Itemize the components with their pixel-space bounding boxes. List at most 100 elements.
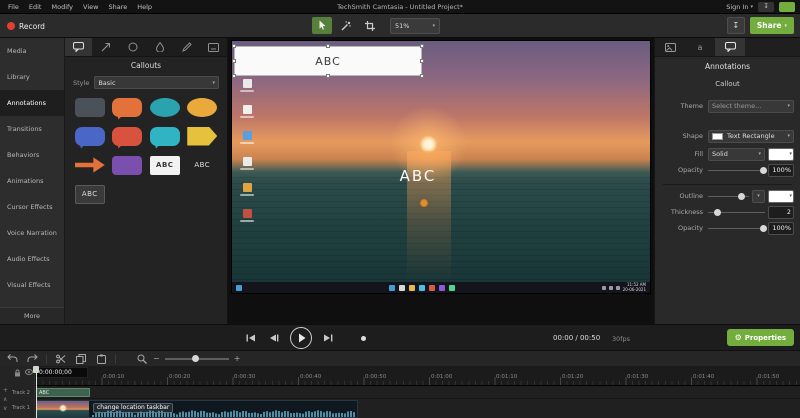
export-button[interactable]: ↧ (726, 17, 745, 34)
sidebar-item-behaviors[interactable]: Behaviors (0, 142, 64, 168)
edit-cursor-button[interactable] (312, 17, 332, 34)
menu-view[interactable]: View (83, 3, 98, 11)
video-canvas[interactable]: ABC ABC 11:52 AM 20-06-2021 (231, 40, 651, 294)
track-1-header[interactable]: Track 1 (12, 405, 34, 411)
sidebar-item-audio-effects[interactable]: Audio Effects (0, 246, 64, 272)
selection-handle[interactable] (420, 59, 424, 63)
media-properties-tab[interactable] (655, 38, 685, 56)
callout-text-rectangle[interactable]: ABC (148, 153, 182, 177)
fill-opacity-slider[interactable] (708, 166, 768, 175)
callout-tab[interactable] (65, 38, 92, 56)
thickness-slider[interactable] (708, 208, 765, 217)
sidebar-item-voice-narration[interactable]: Voice Narration (0, 220, 64, 246)
add-track-icon[interactable]: + (3, 388, 8, 394)
track-2-header[interactable]: Track 2 (12, 390, 34, 396)
text-properties-tab[interactable]: a (685, 38, 715, 56)
magic-wand-button[interactable] (336, 17, 356, 34)
outline-opacity-slider[interactable] (708, 224, 768, 233)
callout-properties-tab[interactable] (715, 38, 745, 56)
cut-button[interactable] (55, 353, 67, 365)
callout-speech-bubble[interactable] (148, 124, 182, 148)
redo-button[interactable] (26, 353, 38, 365)
callout-cloud[interactable] (186, 95, 220, 119)
upgrade-button[interactable] (779, 1, 795, 12)
jump-to-start-button[interactable] (244, 331, 258, 345)
sketch-motion-tab[interactable] (173, 38, 200, 56)
callout-arrow[interactable] (73, 153, 107, 177)
sidebar-item-library[interactable]: Library (0, 64, 64, 90)
thickness-value[interactable]: 2 (768, 205, 794, 219)
download-icon[interactable]: ↧ (758, 1, 774, 12)
callout-dark-text-rectangle[interactable]: ABC (73, 182, 107, 206)
scroll-down-icon[interactable]: ∨ (3, 406, 7, 412)
callout-speech-bubble[interactable] (111, 124, 145, 148)
outline-slider[interactable] (708, 192, 749, 201)
crop-button[interactable] (360, 17, 380, 34)
callout-cloud[interactable] (148, 95, 182, 119)
fill-color-swatch[interactable]: ▾ (768, 147, 794, 161)
menu-help[interactable]: Help (137, 3, 152, 11)
sidebar-item-visual-effects[interactable]: Visual Effects (0, 272, 64, 298)
previous-frame-button[interactable] (267, 331, 281, 345)
sidebar-item-cursor-effects[interactable]: Cursor Effects (0, 194, 64, 220)
scroll-up-icon[interactable]: ∧ (3, 397, 7, 403)
shapes-tab[interactable] (119, 38, 146, 56)
playhead-line[interactable] (35, 366, 37, 418)
selection-handle[interactable] (420, 74, 424, 78)
sidebar-item-transitions[interactable]: Transitions (0, 116, 64, 142)
track-visibility-icon[interactable] (25, 369, 33, 377)
record-button[interactable]: Record (7, 18, 45, 34)
callout-plain-text[interactable]: ABC (186, 153, 220, 177)
sidebar-item-animations[interactable]: Animations (0, 168, 64, 194)
selection-handle[interactable] (232, 74, 236, 78)
canvas-text-overlay[interactable]: ABC (358, 167, 478, 185)
callout-rounded-rectangle[interactable] (111, 153, 145, 177)
callout-rounded-rectangle[interactable] (73, 95, 107, 119)
outline-color-swatch[interactable]: ▾ (768, 189, 794, 203)
keystroke-tab[interactable] (200, 38, 227, 56)
callout-speech-bubble[interactable] (111, 95, 145, 119)
sign-in-button[interactable]: Sign In ▾ (726, 3, 753, 11)
selected-callout-object[interactable]: ABC (234, 46, 422, 76)
selection-handle[interactable] (326, 74, 330, 78)
next-frame-button[interactable] (321, 331, 335, 345)
sidebar-more-button[interactable]: More (0, 307, 64, 324)
annotation-clip[interactable]: ABC (36, 387, 90, 397)
share-button[interactable]: Share ▾ (749, 17, 794, 34)
menu-file[interactable]: File (8, 3, 19, 11)
video-clip[interactable]: change location taskbar (36, 400, 358, 418)
playhead-marker-dot[interactable] (361, 336, 366, 341)
canvas-zoom-dropdown[interactable]: 51% ▾ (390, 17, 440, 34)
menu-share[interactable]: Share (108, 3, 127, 11)
play-button[interactable] (290, 327, 312, 349)
callout-pentagon-arrow[interactable] (186, 124, 220, 148)
selection-handle[interactable] (326, 44, 330, 48)
outline-opacity-value[interactable]: 100% (768, 221, 794, 235)
style-dropdown[interactable]: Basic ▾ (94, 76, 219, 89)
menu-modify[interactable]: Modify (51, 3, 73, 11)
playhead-handle[interactable] (33, 366, 39, 373)
callout-speech-bubble[interactable] (73, 124, 107, 148)
timeline-zoom-slider[interactable] (164, 354, 229, 363)
fill-opacity-value[interactable]: 100% (768, 163, 794, 177)
selection-handle[interactable] (232, 44, 236, 48)
properties-button[interactable]: ⚙ Properties (726, 329, 794, 346)
zoom-in-button[interactable]: + (234, 354, 241, 363)
sidebar-item-annotations[interactable]: Annotations (0, 90, 64, 116)
undo-button[interactable] (6, 353, 18, 365)
selection-handle[interactable] (420, 44, 424, 48)
copy-button[interactable] (75, 353, 87, 365)
paste-button[interactable] (95, 353, 107, 365)
shape-dropdown[interactable]: Text Rectangle ▾ (708, 129, 794, 143)
timeline-ruler[interactable]: 0:00:00 0:00:10 0:00:20 0:00:30 0:00:40 … (35, 366, 800, 386)
track-lock-icon[interactable] (14, 369, 21, 379)
arrow-tab[interactable] (92, 38, 119, 56)
outline-style-dropdown[interactable]: ▾ (752, 189, 765, 203)
theme-dropdown[interactable]: Select theme... ▾ (708, 99, 794, 113)
fill-dropdown[interactable]: Solid ▾ (708, 147, 765, 161)
selection-handle[interactable] (232, 59, 236, 63)
menu-edit[interactable]: Edit (29, 3, 42, 11)
blur-tab[interactable] (146, 38, 173, 56)
zoom-out-button[interactable]: − (153, 354, 160, 363)
sidebar-item-media[interactable]: Media (0, 38, 64, 64)
